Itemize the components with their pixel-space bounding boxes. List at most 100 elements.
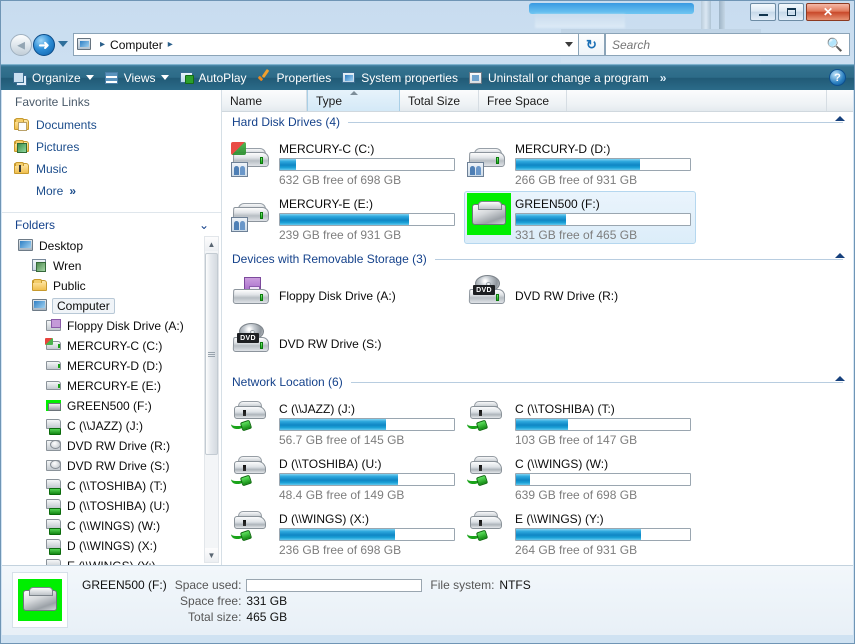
favorites-more-button[interactable]: More » <box>2 180 221 202</box>
capacity-bar-fill <box>516 529 642 540</box>
tree-item-computer[interactable]: Computer <box>8 296 221 316</box>
drive-info: DVD RW Drive (R:) <box>515 275 693 317</box>
column-header-label: Type <box>316 93 343 108</box>
drive-tile[interactable]: C (\\JAZZ) (J:) 56.7 GB free of 145 GB <box>228 396 460 449</box>
scrollbar-thumb[interactable] <box>205 253 218 455</box>
group-header[interactable]: Devices with Removable Storage (3) <box>222 249 853 269</box>
group-network-location-6: Network Location (6) C (\\JAZZ) (J:) 56.7 … <box>222 372 853 564</box>
drive-free-space: 331 GB free of 465 GB <box>515 228 638 242</box>
tree-item-green500-f[interactable]: GREEN500 (F:) <box>8 396 221 416</box>
tree-item-c-toshiba-t[interactable]: C (\\TOSHIBA) (T:) <box>8 476 221 496</box>
breadcrumb-separator-icon[interactable]: ▸ <box>168 39 173 50</box>
tree-item-mercury-e-e[interactable]: MERCURY-E (E:) <box>8 376 221 396</box>
folder-tree: Desktop Wren Public Computer Floppy Disk Dri… <box>2 236 221 565</box>
tree-item-dvd-rw-drive-r[interactable]: DVD RW Drive (R:) <box>8 436 221 456</box>
breadcrumb-separator-icon: ▸ <box>100 39 106 50</box>
drive-tile[interactable]: DVD DVD RW Drive (R:) <box>464 273 696 319</box>
navigation-pane: Favorite Links Documents Pictures Music Mo… <box>2 90 222 565</box>
tree-item-d-toshiba-u[interactable]: D (\\TOSHIBA) (U:) <box>8 496 221 516</box>
properties-icon <box>257 70 273 86</box>
address-breadcrumb-bar[interactable]: ▸ Computer ▸ <box>73 33 579 56</box>
tree-item-e-wings-y[interactable]: E (\\WINGS) (Y:) <box>8 556 221 565</box>
column-header-type[interactable]: Type <box>307 90 400 111</box>
tree-item-label: D (\\WINGS) (X:) <box>67 539 157 553</box>
drive-tile[interactable]: C (\\WINGS) (W:) 639 GB free of 698 GB <box>464 451 696 504</box>
minimize-button[interactable] <box>750 3 776 21</box>
desktop-icon <box>18 238 34 254</box>
favorite-link-documents[interactable]: Documents <box>2 114 221 136</box>
tree-item-mercury-c-c[interactable]: MERCURY-C (C:) <box>8 336 221 356</box>
breadcrumb-computer[interactable]: Computer <box>110 38 163 52</box>
tree-item-label: C (\\WINGS) (W:) <box>67 519 161 533</box>
search-box[interactable]: Search 🔍 <box>605 33 850 56</box>
drive-tile[interactable]: D (\\WINGS) (X:) 236 GB free of 698 GB <box>228 506 460 559</box>
favorite-link-pictures[interactable]: Pictures <box>2 136 221 158</box>
drive-tile[interactable]: GREEN500 (F:) 331 GB free of 465 GB <box>464 191 696 244</box>
drive-free-space: 639 GB free of 698 GB <box>515 488 638 502</box>
capacity-bar <box>279 528 455 541</box>
group-header[interactable]: Hard Disk Drives (4) <box>222 112 853 132</box>
toolbar-autoplay-button[interactable]: AutoPlay <box>174 67 252 89</box>
toolbar-organize-button[interactable]: Organize <box>7 67 99 89</box>
tree-item-mercury-d-d[interactable]: MERCURY-D (D:) <box>8 356 221 376</box>
toolbar-views-button[interactable]: Views <box>99 67 174 89</box>
forward-button[interactable]: ➜ <box>33 34 55 56</box>
recent-pages-chevron-down-icon[interactable] <box>58 41 68 47</box>
toolbar-uninstall-button[interactable]: Uninstall or change a program <box>463 67 654 89</box>
scroll-down-icon[interactable]: ▼ <box>205 548 218 562</box>
group-header[interactable]: Network Location (6) <box>222 372 853 392</box>
items-area: Hard Disk Drives (4) MERCURY-C (C:) 632 GB… <box>222 112 853 565</box>
drive-tile[interactable]: C (\\TOSHIBA) (T:) 103 GB free of 147 GB <box>464 396 696 449</box>
drive-tile[interactable]: MERCURY-C (C:) 632 GB free of 698 GB <box>228 136 460 189</box>
column-header-blank[interactable] <box>567 90 827 111</box>
scroll-up-icon[interactable]: ▲ <box>205 237 218 251</box>
close-button[interactable]: ✕ <box>806 3 850 21</box>
collapse-chevron-icon[interactable] <box>835 116 845 121</box>
tree-item-dvd-rw-drive-s[interactable]: DVD RW Drive (S:) <box>8 456 221 476</box>
tree-item-d-wings-x[interactable]: D (\\WINGS) (X:) <box>8 536 221 556</box>
organize-icon <box>12 70 28 86</box>
glass-reflection <box>701 1 711 29</box>
column-header-free-space[interactable]: Free Space <box>479 90 567 111</box>
collapse-chevron-icon[interactable] <box>835 376 845 381</box>
network-drive-icon <box>231 508 275 550</box>
tree-item-desktop[interactable]: Desktop <box>8 236 221 256</box>
toolbar-system-properties-button[interactable]: System properties <box>336 67 463 89</box>
chevron-down-icon[interactable]: ⌄ <box>199 218 209 232</box>
tree-item-label: Wren <box>53 259 82 273</box>
drive-tile[interactable]: MERCURY-E (E:) 239 GB free of 931 GB <box>228 191 460 244</box>
back-button[interactable]: ◄ <box>10 34 32 56</box>
search-input[interactable]: Search <box>612 38 827 52</box>
tree-item-c-jazz-j[interactable]: C (\\JAZZ) (J:) <box>8 416 221 436</box>
tree-item-floppy-disk-drive-a[interactable]: Floppy Disk Drive (A:) <box>8 316 221 336</box>
drive-tile[interactable]: E (\\WINGS) (Y:) 264 GB free of 931 GB <box>464 506 696 559</box>
toolbar-properties-button[interactable]: Properties <box>252 67 337 89</box>
capacity-bar <box>279 473 455 486</box>
hdd-icon <box>46 358 62 374</box>
folders-header[interactable]: Folders ⌄ <box>2 212 221 236</box>
column-header-total-size[interactable]: Total Size <box>400 90 479 111</box>
explorer-window: ✕ ◄ ➜ ▸ Computer ▸ ↻ Search 🔍 Organize V… <box>0 0 855 644</box>
collapse-chevron-icon[interactable] <box>835 253 845 258</box>
help-icon[interactable]: ? <box>829 69 846 86</box>
folder-tree-scrollbar[interactable]: ▲ ▼ <box>204 236 219 563</box>
capacity-bar-fill <box>280 419 387 430</box>
hdd-shared-icon <box>231 193 275 235</box>
toolbar-overflow-button[interactable]: » <box>654 71 672 85</box>
maximize-button[interactable] <box>778 3 804 21</box>
column-header-name[interactable]: Name <box>222 90 307 111</box>
favorite-link-music[interactable]: Music <box>2 158 221 180</box>
drive-tile[interactable]: D (\\TOSHIBA) (U:) 48.4 GB free of 149 GB <box>228 451 460 504</box>
views-icon <box>104 70 120 86</box>
address-dropdown-chevron-down-icon[interactable] <box>559 33 579 56</box>
drive-tile[interactable]: DVD DVD RW Drive (S:) <box>228 321 460 367</box>
tree-item-public[interactable]: Public <box>8 276 221 296</box>
tree-item-wren[interactable]: Wren <box>8 256 221 276</box>
refresh-icon[interactable]: ↻ <box>579 33 605 56</box>
tree-item-c-wings-w[interactable]: C (\\WINGS) (W:) <box>8 516 221 536</box>
tree-item-label: MERCURY-D (D:) <box>67 359 163 373</box>
tree-item-label: MERCURY-C (C:) <box>67 339 163 353</box>
drive-tile[interactable]: Floppy Disk Drive (A:) <box>228 273 460 319</box>
drive-tile[interactable]: MERCURY-D (D:) 266 GB free of 931 GB <box>464 136 696 189</box>
capacity-bar-fill <box>516 214 567 225</box>
